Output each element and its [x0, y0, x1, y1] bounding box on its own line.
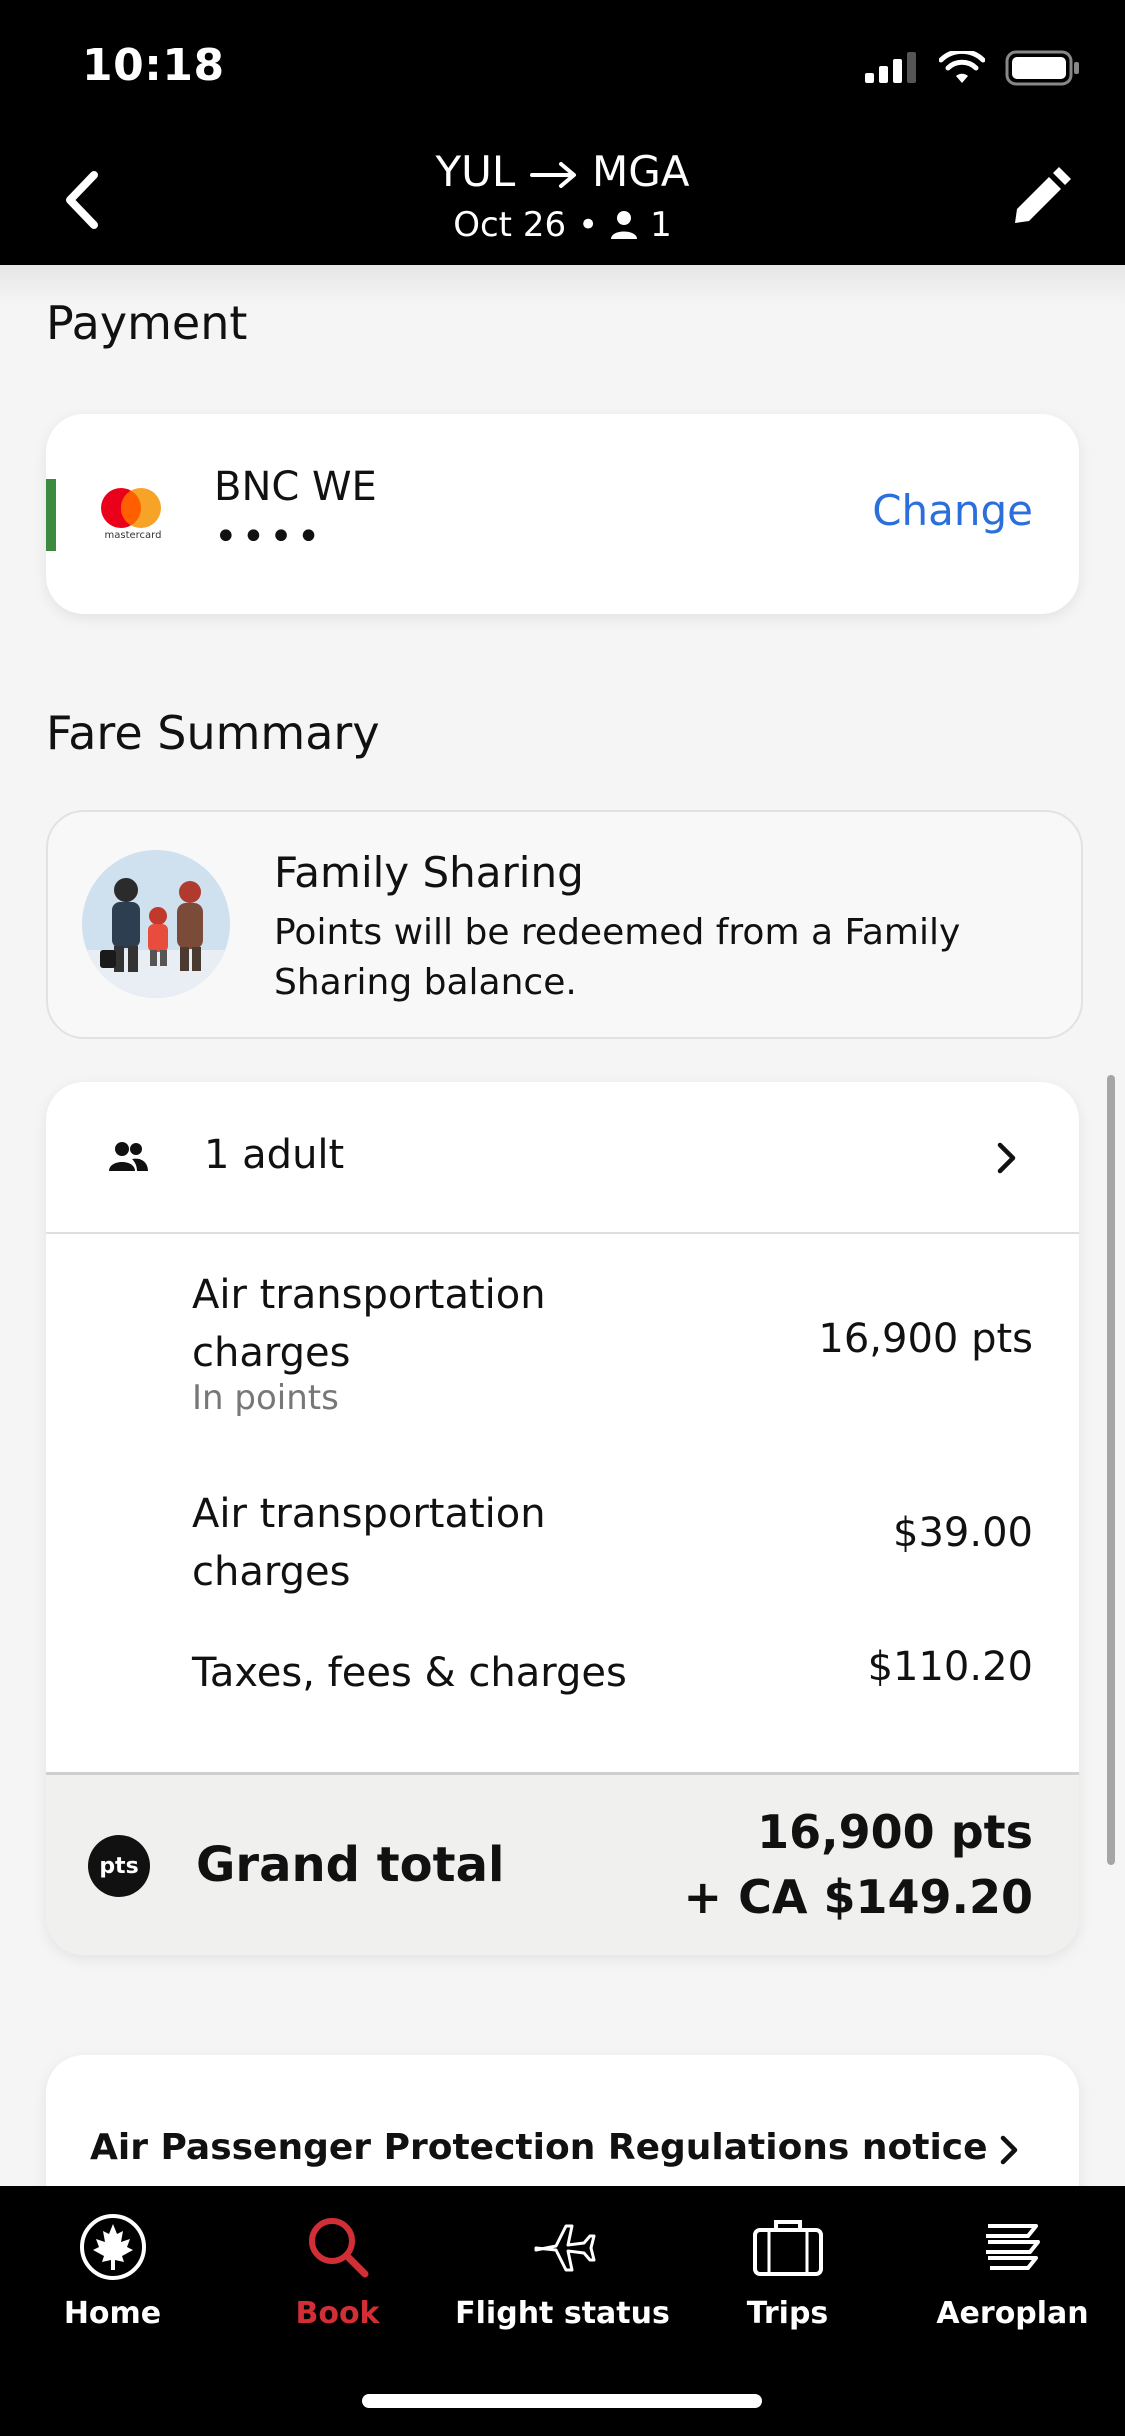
fare-item-label: Air transportation charges — [192, 1272, 546, 1376]
mastercard-caption: mastercard — [104, 530, 162, 541]
fare-item-label: Taxes, fees & charges — [192, 1650, 627, 1696]
grand-total-row: pts Grand total 16,900 pts + CA $149.20 — [46, 1772, 1079, 1955]
family-sharing-illustration — [82, 850, 230, 998]
tab-book[interactable]: Book — [225, 2212, 450, 2352]
travelers-row[interactable]: 1 adult — [46, 1082, 1079, 1234]
fare-breakdown-card: 1 adult Air transportation charges In po… — [46, 1082, 1079, 1955]
grand-total-points: 16,900 pts — [757, 1805, 1033, 1859]
people-icon — [109, 1142, 148, 1171]
wifi-icon — [939, 51, 985, 83]
tab-home[interactable]: Home — [0, 2212, 225, 2352]
family-sharing-card: Family Sharing Points will be redeemed f… — [46, 810, 1083, 1039]
battery-icon — [1005, 50, 1079, 86]
scrollbar[interactable] — [1107, 1075, 1115, 1865]
tab-label: Flight status — [455, 2296, 670, 2331]
grand-total-label: Grand total — [196, 1837, 505, 1893]
payment-card: mastercard BNC WE •••• Change — [46, 414, 1079, 614]
tab-label: Trips — [746, 2296, 829, 2331]
card-name: BNC WE — [214, 464, 377, 510]
passenger-count: 1 — [650, 205, 672, 245]
chevron-right-icon — [1000, 2135, 1018, 2165]
fare-item-value: $39.00 — [893, 1510, 1033, 1556]
status-time: 10:18 — [82, 40, 225, 91]
cellular-signal-icon — [865, 52, 916, 83]
fare-item-value: 16,900 pts — [818, 1316, 1033, 1362]
card-number-masked: •••• — [214, 514, 325, 560]
notice-label: Air Passenger Protection Regulations not… — [90, 2127, 988, 2168]
origin-code: YUL — [435, 147, 516, 196]
aeroplan-icon — [985, 2224, 1040, 2270]
destination-code: MGA — [592, 147, 690, 196]
fare-item-value: $110.20 — [867, 1644, 1033, 1690]
suitcase-icon — [752, 2220, 823, 2276]
separator-dot: • — [578, 205, 599, 245]
trip-header: YUL MGA Oct 26 • 1 — [0, 135, 1125, 265]
travelers-label: 1 adult — [204, 1132, 345, 1178]
search-icon — [308, 2218, 368, 2278]
payment-section-title: Payment — [46, 296, 248, 350]
status-bar: 10:18 — [0, 0, 1125, 135]
points-badge-icon: pts — [88, 1835, 150, 1897]
arrow-right-icon — [529, 161, 576, 188]
tab-flight-status[interactable]: Flight status — [450, 2212, 675, 2352]
trip-details: Oct 26 • 1 — [0, 205, 1125, 245]
maple-leaf-icon — [79, 2214, 146, 2280]
family-sharing-description: Points will be redeemed from a Family Sh… — [274, 912, 961, 1003]
selected-indicator — [46, 479, 56, 551]
route-title: YUL MGA — [0, 147, 1125, 196]
person-icon — [611, 211, 638, 239]
chevron-right-icon — [997, 1142, 1016, 1174]
tab-label: Home — [63, 2296, 162, 2331]
change-payment-link[interactable]: Change — [872, 486, 1033, 535]
fare-summary-title: Fare Summary — [46, 706, 380, 760]
tab-label: Book — [295, 2296, 380, 2331]
airplane-icon — [534, 2224, 595, 2272]
trip-date: Oct 26 — [453, 205, 567, 245]
grand-total-cash: + CA $149.20 — [683, 1870, 1033, 1924]
home-indicator[interactable] — [362, 2394, 762, 2408]
fare-item-label: Air transportation charges — [192, 1491, 546, 1595]
tab-trips[interactable]: Trips — [675, 2212, 900, 2352]
tab-aeroplan[interactable]: Aeroplan — [900, 2212, 1125, 2352]
status-icons — [863, 50, 1081, 86]
family-sharing-title: Family Sharing — [274, 848, 584, 897]
pencil-icon — [1015, 167, 1071, 223]
edit-trip-button[interactable] — [1003, 165, 1073, 235]
tab-label: Aeroplan — [936, 2296, 1089, 2331]
fare-item-sublabel: In points — [192, 1378, 339, 1418]
